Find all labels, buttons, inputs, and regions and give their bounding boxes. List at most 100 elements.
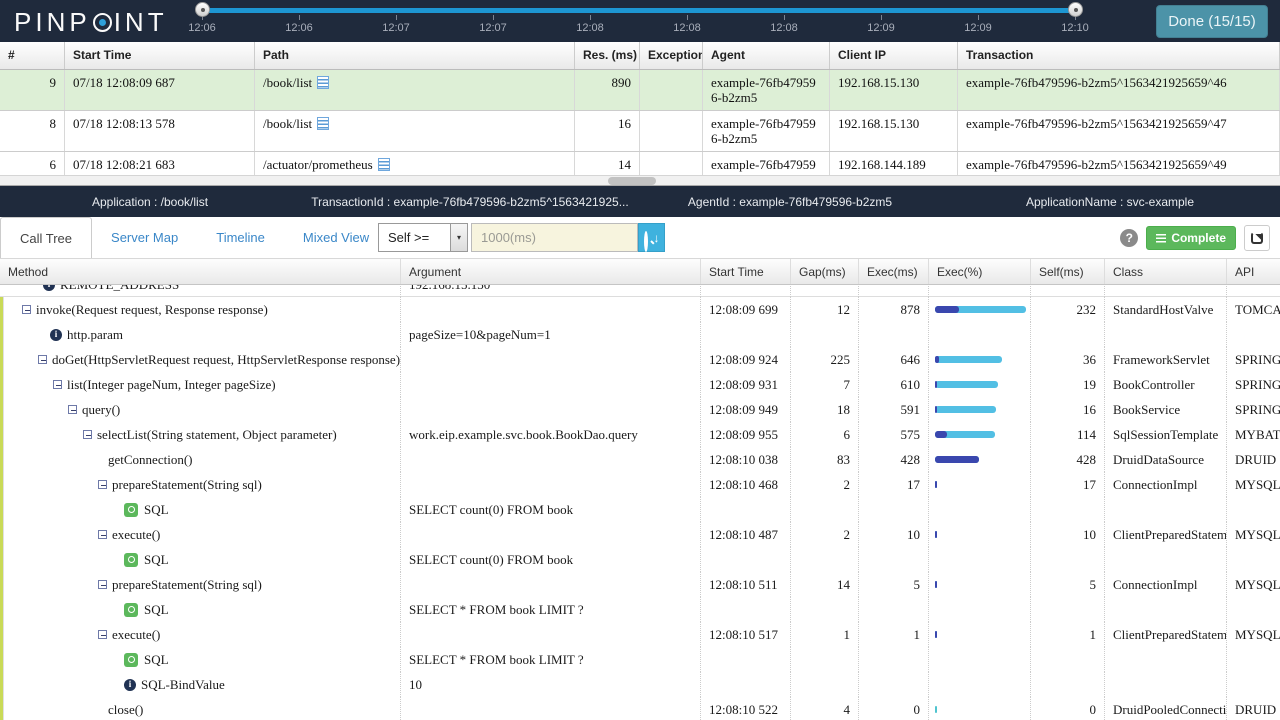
chevron-down-icon[interactable]: ▾	[450, 224, 467, 251]
collapse-expander-icon[interactable]	[83, 430, 92, 439]
collapse-expander-icon[interactable]	[53, 380, 62, 389]
column-header-exception[interactable]: Exception	[640, 42, 703, 69]
exec-ms-cell	[858, 497, 928, 522]
document-icon[interactable]	[317, 117, 329, 130]
start-time-cell: 12:08:09 931	[700, 372, 790, 397]
column-header-start-time[interactable]: Start Time	[65, 42, 255, 69]
call-tree-row[interactable]: iREMOTE_ADDRESS192.168.15.130	[0, 285, 1280, 297]
call-tree-row[interactable]: query()12:08:09 9491859116BookServiceSPR…	[0, 397, 1280, 422]
calltree-column-gap-ms-: Gap(ms)	[790, 259, 858, 284]
tab-timeline[interactable]: Timeline	[197, 217, 284, 258]
table-row[interactable]: 907/18 12:08:09 687/book/list890example-…	[0, 70, 1280, 111]
done-button[interactable]: Done (15/15)	[1156, 5, 1268, 38]
argument-cell: SELECT count(0) FROM book	[400, 547, 700, 572]
class-cell: FrameworkServlet	[1104, 347, 1226, 372]
list-icon	[1156, 234, 1166, 243]
call-tree-row[interactable]: selectList(String statement, Object para…	[0, 422, 1280, 447]
method-cell: getConnection()	[0, 447, 400, 472]
call-tree-row[interactable]: iSQL-BindValue10	[0, 672, 1280, 697]
handle-dot	[201, 8, 205, 12]
argument-cell	[400, 572, 700, 597]
exec-bar	[935, 431, 995, 438]
collapse-expander-icon[interactable]	[38, 355, 47, 364]
call-tree-row[interactable]: execute()12:08:10 48721010ClientPrepared…	[0, 522, 1280, 547]
collapse-expander-icon[interactable]	[98, 630, 107, 639]
argument-cell	[400, 472, 700, 497]
call-tree-row[interactable]: SQLSELECT count(0) FROM book	[0, 547, 1280, 572]
refresh-button[interactable]	[1244, 225, 1270, 251]
slider-handle-left[interactable]	[195, 2, 210, 17]
detail-tab-bar: Call TreeServer MapTimelineMixed View Se…	[0, 217, 1280, 258]
column-header--[interactable]: #	[0, 42, 65, 69]
collapse-expander-icon[interactable]	[22, 305, 31, 314]
scrollbar-thumb[interactable]	[608, 177, 656, 185]
search-button[interactable]: ↓	[638, 223, 665, 252]
complete-button[interactable]: Complete	[1146, 226, 1236, 250]
exec-ms-cell: 591	[858, 397, 928, 422]
call-tree-row[interactable]: invoke(Request request, Response respons…	[0, 297, 1280, 322]
ms-threshold-input[interactable]	[471, 223, 638, 252]
column-header-agent[interactable]: Agent	[703, 42, 830, 69]
self-time-bar	[935, 531, 937, 538]
calltree-column-exec-ms-: Exec(ms)	[858, 259, 928, 284]
call-tree-row[interactable]: prepareStatement(String sql)12:08:10 468…	[0, 472, 1280, 497]
argument-cell	[400, 347, 700, 372]
sql-icon	[124, 553, 138, 567]
gap-ms-cell	[790, 672, 858, 697]
document-icon[interactable]	[317, 76, 329, 89]
self-ms-cell: 114	[1030, 422, 1104, 447]
call-tree-row[interactable]: SQLSELECT count(0) FROM book	[0, 497, 1280, 522]
exec-ms-cell: 878	[858, 297, 928, 322]
api-cell: SPRING_B	[1226, 397, 1280, 422]
column-header-client-ip[interactable]: Client IP	[830, 42, 958, 69]
collapse-expander-icon[interactable]	[68, 405, 77, 414]
call-tree-row[interactable]: list(Integer pageNum, Integer pageSize)1…	[0, 372, 1280, 397]
start-time-cell: 12:08:09 949	[700, 397, 790, 422]
method-cell: SQL	[0, 547, 400, 572]
path-text: /actuator/prometheus	[263, 157, 373, 172]
call-tree-row[interactable]: SQLSELECT * FROM book LIMIT ?	[0, 647, 1280, 672]
self-ms-cell: 19	[1030, 372, 1104, 397]
class-cell: ClientPreparedStatement	[1104, 522, 1226, 547]
collapse-expander-icon[interactable]	[98, 530, 107, 539]
call-tree-row[interactable]: getConnection()12:08:10 03883428428Druid…	[0, 447, 1280, 472]
sql-icon	[124, 653, 138, 667]
document-icon[interactable]	[378, 158, 390, 171]
txn-num: 9	[0, 70, 65, 110]
slider-handle-right[interactable]	[1068, 2, 1083, 17]
call-tree-row[interactable]: doGet(HttpServletRequest request, HttpSe…	[0, 347, 1280, 372]
logo-text-right: INT	[114, 7, 168, 38]
argument-cell	[400, 372, 700, 397]
tab-call-tree[interactable]: Call Tree	[0, 217, 92, 258]
column-header-res-ms-[interactable]: Res. (ms) ↓	[575, 42, 640, 69]
time-range-slider[interactable]: 12:0612:0612:0712:0712:0812:0812:0812:09…	[170, 0, 1120, 42]
call-tree-row[interactable]: prepareStatement(String sql)12:08:10 511…	[0, 572, 1280, 597]
table-row[interactable]: 807/18 12:08:13 578/book/list16example-7…	[0, 111, 1280, 152]
call-tree-row[interactable]: execute()12:08:10 517111ClientPreparedSt…	[0, 622, 1280, 647]
call-tree-row[interactable]: close()12:08:10 522400DruidPooledConnect…	[0, 697, 1280, 720]
collapse-expander-icon[interactable]	[98, 480, 107, 489]
exec-percent-cell	[928, 572, 1030, 597]
column-header-path[interactable]: Path	[255, 42, 575, 69]
method-name: execute()	[112, 522, 160, 547]
method-cell: prepareStatement(String sql)	[0, 572, 400, 597]
call-tree-row[interactable]: ihttp.parampageSize=10&pageNum=1	[0, 322, 1280, 347]
method-cell: execute()	[0, 622, 400, 647]
class-cell	[1104, 322, 1226, 347]
method-cell: ihttp.param	[0, 322, 400, 347]
call-tree-row[interactable]: SQLSELECT * FROM book LIMIT ?	[0, 597, 1280, 622]
info-transaction-id: TransactionId : example-76fb479596-b2zm5…	[300, 195, 640, 209]
slider-track[interactable]	[202, 8, 1082, 13]
argument-cell	[400, 622, 700, 647]
tab-mixed-view[interactable]: Mixed View	[284, 217, 388, 258]
tab-server-map[interactable]: Server Map	[92, 217, 197, 258]
exec-percent-cell	[928, 472, 1030, 497]
argument-cell: 10	[400, 672, 700, 697]
filter-operator-select[interactable]: Self >= ▾	[378, 223, 468, 252]
horizontal-scrollbar[interactable]	[0, 175, 1280, 185]
class-cell	[1104, 547, 1226, 572]
column-header-transaction[interactable]: Transaction	[958, 42, 1280, 69]
collapse-expander-icon[interactable]	[98, 580, 107, 589]
exec-bar	[935, 706, 937, 713]
help-icon[interactable]: ?	[1120, 229, 1138, 247]
